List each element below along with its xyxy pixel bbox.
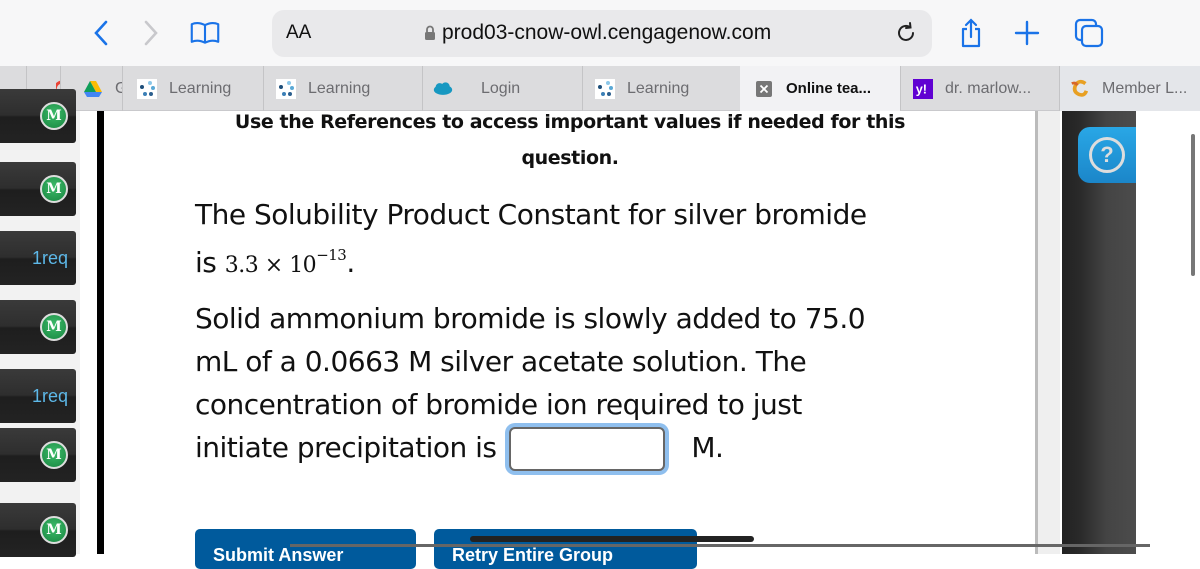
chevron-left-icon [94,20,108,46]
member-logo-icon [1070,79,1090,99]
mastery-badge-icon: M [40,441,68,469]
problem-line3: concentration of bromide ion required to… [195,388,802,421]
lock-icon [425,25,435,40]
salesforce-cloud-icon [433,79,453,99]
required-count: 1req [31,247,68,268]
tab-dr-marlow[interactable]: y! dr. marlow... [900,66,1059,111]
ksp-mantissa: 3.3 × 10 [224,253,317,278]
reload-icon [898,22,914,41]
ksp-value: 3.3 × 10−13 [224,246,347,278]
tab-online-teaching[interactable]: Online tea... [740,66,900,111]
forward-button[interactable] [136,18,166,48]
cengage-learning-icon [276,78,296,99]
tab-label: Member L... [1102,79,1188,97]
question-item-mastered[interactable]: M [0,89,76,143]
google-drive-icon [83,79,103,99]
mastery-badge-icon: M [40,313,68,341]
question-item-mastered[interactable]: M [0,428,76,482]
tab-label: dr. marlow... [945,79,1032,97]
submit-answer-button[interactable]: Submit Answer [195,529,416,569]
question-content: Use the References to access important v… [105,111,1035,569]
tabs-overview-button[interactable] [1074,18,1104,48]
book-icon [190,22,220,44]
cengage-learning-icon [137,78,157,99]
tab-label: Learning [169,79,232,97]
share-button[interactable] [956,18,986,48]
browser-toolbar: AA prod03-cnow-owl.cengagenow.com [0,0,1200,66]
question-item-required[interactable]: 1req [0,369,76,423]
question-item-mastered[interactable]: M [0,503,76,557]
problem-line4-text: initiate precipitation is [195,431,497,464]
url-text: prod03-cnow-owl.cengagenow.com [442,21,772,44]
address-bar[interactable]: AA prod03-cnow-owl.cengagenow.com [272,10,932,57]
text-size-label: AA [286,22,312,43]
ksp-exponent: −13 [316,246,347,264]
answer-input[interactable] [508,427,665,471]
references-note-cont: question. [521,147,619,169]
problem-line1: Solid ammonium bromide is slowly added t… [195,302,866,335]
text-size-button[interactable]: AA [286,22,311,44]
problem-line4: initiate precipitation is M. [195,426,724,471]
yahoo-icon: y! [913,78,933,99]
question-list-panel: M M 1req M 1req M M [0,89,80,557]
ksp-prefix: is [195,246,217,279]
mastery-badge-icon: M [40,175,68,203]
question-item-required[interactable]: 1req [0,231,76,285]
question-item-mastered[interactable]: M [0,300,76,354]
tab-learning-3[interactable]: Learning [582,66,740,111]
tab-login[interactable]: Login [422,66,582,111]
page-scrollbar[interactable] [1191,134,1195,276]
question-mark-icon: ? [1089,137,1125,173]
tab-bar: G Learning Learning Login Learning Onlin… [0,66,1200,111]
retry-group-button[interactable]: Retry Entire Group [434,529,697,569]
panel-divider [97,111,104,554]
tab-label: Learning [308,79,371,97]
references-note: Use the References to access important v… [234,111,906,133]
content-right-border [1035,111,1060,554]
tab-learning-1[interactable]: Learning [122,66,263,111]
bookmarks-button[interactable] [190,18,220,48]
tab-label: Login [481,79,521,97]
chevron-right-icon [144,20,158,46]
tabs-icon [1074,18,1104,48]
tab-label: Learning [627,79,690,97]
close-box-icon[interactable] [754,79,774,99]
home-indicator[interactable] [470,536,754,542]
problem-line2: mL of a 0.0663 M silver acetate solution… [195,345,807,378]
ksp-statement-line1: The Solubility Product Constant for silv… [195,198,867,231]
tab-label: G [115,80,122,98]
back-button[interactable] [86,18,116,48]
help-button[interactable]: ? [1078,127,1136,183]
ksp-statement-line2: is 3.3 × 10−13. [195,233,355,288]
tab-label: Online tea... [786,80,872,97]
tab-member-login[interactable]: Member L... [1059,66,1200,111]
share-icon [961,18,981,48]
answer-unit: M. [691,431,724,464]
svg-text:y!: y! [916,81,927,96]
cengage-learning-icon [595,78,615,99]
tab-learning-2[interactable]: Learning [263,66,422,111]
mastery-badge-icon: M [40,102,68,130]
new-tab-button[interactable] [1012,18,1042,48]
question-item-mastered[interactable]: M [0,162,76,216]
required-count: 1req [31,385,68,406]
ksp-suffix: . [346,246,355,279]
bottom-divider [290,544,1150,547]
url-display[interactable]: prod03-cnow-owl.cengagenow.com [424,21,771,45]
reload-button[interactable] [894,21,918,49]
plus-icon [1014,20,1040,46]
mastery-badge-icon: M [40,516,68,544]
